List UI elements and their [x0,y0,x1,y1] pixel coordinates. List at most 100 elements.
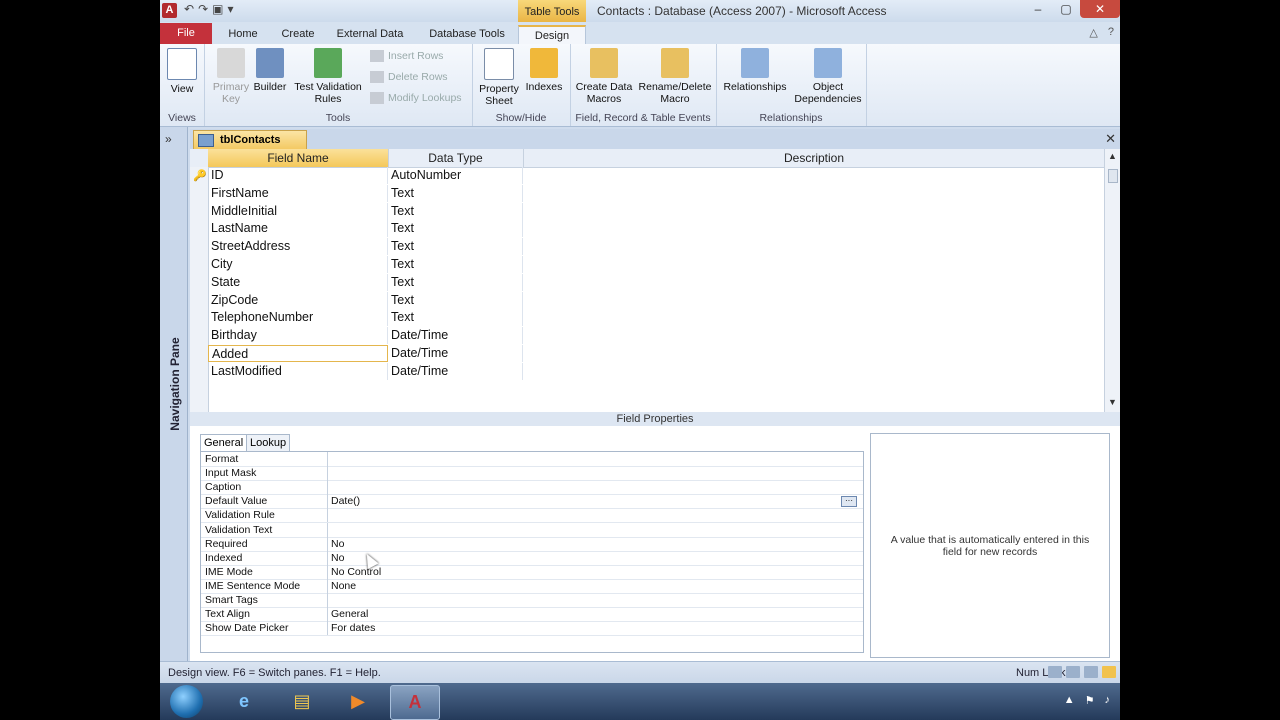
description-cell[interactable] [523,327,1105,345]
description-cell[interactable] [523,238,1105,256]
property-value[interactable]: None [327,578,857,593]
description-cell[interactable] [523,220,1105,238]
description-cell[interactable] [523,202,1105,220]
property-row[interactable]: IME Sentence Mode None [201,578,863,594]
object-dependencies-button[interactable]: Object Dependencies [792,48,864,105]
customize-qat-icon[interactable]: ▾ [227,2,233,16]
property-row[interactable]: Input Mask [201,466,863,482]
data-type-cell[interactable]: Date/Time [388,362,523,380]
scroll-down-icon[interactable]: ▼ [1108,397,1117,407]
undo-icon[interactable]: ↶ [184,2,194,16]
field-name-cell[interactable]: LastModified [208,362,388,380]
property-value[interactable] [327,480,857,495]
document-tab-tblcontacts[interactable]: tblContacts [193,130,307,150]
row-selector-column[interactable]: 🔑 [190,167,209,412]
field-row[interactable]: LastName Text [208,220,1105,238]
test-validation-rules-button[interactable]: Test Validation Rules [290,48,366,105]
insert-rows-button[interactable]: Insert Rows [370,50,443,62]
property-value[interactable]: No [327,536,857,551]
design-view-icon[interactable] [1102,666,1116,678]
pivottable-view-icon[interactable] [1066,666,1080,678]
data-type-cell[interactable]: Text [388,256,523,273]
volume-icon[interactable]: ♪ [1105,694,1111,707]
save-icon[interactable]: ▣ [212,2,223,16]
description-cell[interactable] [523,291,1105,309]
property-value[interactable]: No Control [327,564,857,579]
access-taskbar-icon[interactable]: A [390,685,440,720]
field-name-cell[interactable]: ID [208,167,388,184]
field-name-cell[interactable]: Birthday [208,327,388,345]
navigation-pane[interactable]: » Navigation Pane [160,127,188,661]
field-row[interactable]: LastModified Date/Time [208,362,1105,381]
rename-delete-macro-button[interactable]: Rename/Delete Macro [638,48,712,105]
data-type-cell[interactable]: Text [388,220,523,238]
scroll-up-icon[interactable]: ▲ [1108,151,1117,161]
datasheet-view-icon[interactable] [1048,666,1062,678]
data-type-cell[interactable]: Text [388,273,523,291]
expression-builder-button[interactable]: ··· [841,496,857,508]
description-cell[interactable] [523,345,1105,362]
description-cell[interactable] [523,273,1105,291]
view-button[interactable]: View [166,48,198,95]
field-row[interactable]: State Text [208,273,1105,292]
property-value[interactable]: No [327,550,857,565]
property-row[interactable]: Required No [201,536,863,552]
tab-external-data[interactable]: External Data [328,25,412,44]
property-value[interactable] [327,508,857,523]
access-app-icon[interactable]: A [162,3,177,18]
redo-icon[interactable]: ↷ [198,2,208,16]
property-value[interactable] [327,522,857,537]
tab-file[interactable]: File [160,23,212,44]
grid-vertical-scrollbar[interactable]: ▲ ▼ [1104,149,1120,412]
field-row[interactable]: Birthday Date/Time [208,327,1105,345]
data-type-cell[interactable]: Text [388,309,523,327]
builder-button[interactable]: Builder [250,48,290,93]
tab-lookup[interactable]: Lookup [246,434,291,451]
maximize-button[interactable]: ▢ [1052,0,1080,18]
indexes-button[interactable]: Indexes [522,48,566,93]
field-name-cell[interactable]: City [208,256,388,273]
property-value[interactable] [327,466,857,481]
property-row[interactable]: Caption [201,480,863,496]
create-data-macros-button[interactable]: Create Data Macros [572,48,636,105]
property-value[interactable] [327,593,857,607]
primary-key-button[interactable]: Primary Key [212,48,250,105]
field-name-cell[interactable]: LastName [208,220,388,238]
internet-explorer-icon[interactable]: e [220,685,268,718]
tab-create[interactable]: Create [274,25,322,44]
property-value[interactable]: General [327,607,857,622]
field-row[interactable]: TelephoneNumber Text [208,309,1105,327]
property-value[interactable]: Date() [327,494,857,509]
property-row[interactable]: IME Mode No Control [201,564,863,580]
field-name-cell[interactable]: TelephoneNumber [208,309,388,327]
header-field-name[interactable]: Field Name [208,149,389,167]
start-button[interactable] [170,685,203,718]
data-type-cell[interactable]: Text [388,291,523,309]
expand-nav-pane-icon[interactable]: » [165,132,172,146]
modify-lookups-button[interactable]: Modify Lookups [370,92,462,104]
property-row[interactable]: Validation Rule [201,508,863,524]
property-row[interactable]: Default Value Date() ··· [201,494,863,510]
field-row[interactable]: ZipCode Text [208,291,1105,310]
field-name-cell[interactable]: Added [208,345,388,362]
tab-home[interactable]: Home [218,25,268,44]
data-type-cell[interactable]: Text [388,184,523,202]
data-type-cell[interactable]: Date/Time [388,327,523,345]
scroll-thumb[interactable] [1108,169,1118,183]
field-name-cell[interactable]: ZipCode [208,291,388,309]
field-row[interactable]: StreetAddress Text [208,238,1105,256]
relationships-button[interactable]: Relationships [720,48,790,93]
description-cell[interactable] [523,167,1105,184]
media-player-icon[interactable]: ▶ [334,685,382,718]
data-type-cell[interactable]: Text [388,238,523,256]
field-name-cell[interactable]: State [208,273,388,291]
flag-icon[interactable]: ⚑ [1085,694,1095,707]
close-document-icon[interactable]: ✕ [1105,131,1116,147]
field-row[interactable]: MiddleInitial Text [208,202,1105,221]
header-description[interactable]: Description [523,149,1106,167]
pivotchart-view-icon[interactable] [1084,666,1098,678]
data-type-cell[interactable]: Date/Time [388,345,523,362]
tab-design[interactable]: Design [518,25,586,46]
minimize-ribbon-icon[interactable]: △ [1089,26,1097,39]
delete-rows-button[interactable]: Delete Rows [370,71,448,83]
